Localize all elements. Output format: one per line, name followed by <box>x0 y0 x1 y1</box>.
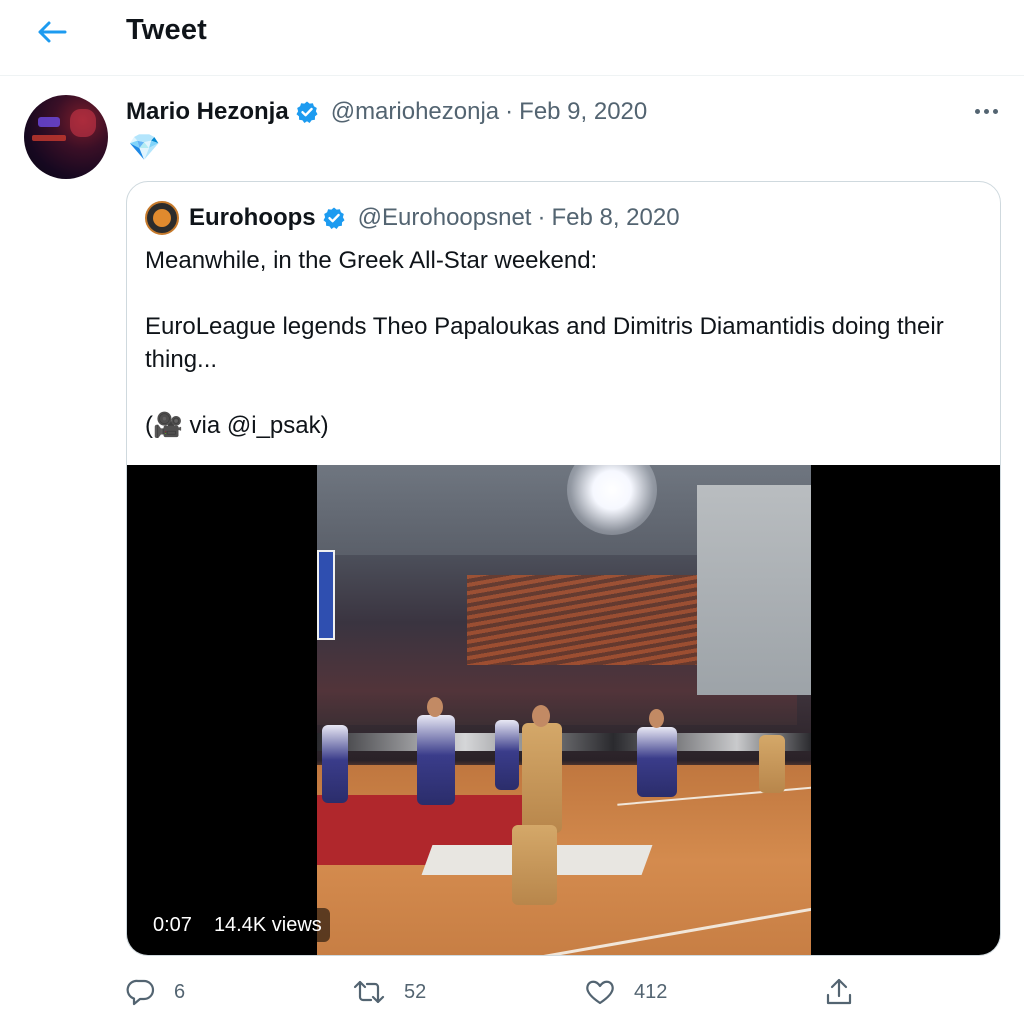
avatar[interactable] <box>24 95 108 179</box>
video-frame <box>317 465 811 955</box>
page-title: Tweet <box>126 14 208 46</box>
share-button[interactable] <box>824 975 872 1009</box>
retweet-count: 52 <box>404 980 427 1003</box>
quoted-line: Meanwhile, in the Greek All-Star weekend… <box>145 247 598 274</box>
more-options-button[interactable] <box>966 96 1006 126</box>
retweet-icon <box>353 980 385 1004</box>
tweet-text: 💎 <box>126 130 186 162</box>
more-dot-icon <box>983 108 989 114</box>
quoted-line: EuroLeague legends Theo Papaloukas and D… <box>145 313 944 373</box>
gem-emoji: 💎 <box>128 132 161 162</box>
retweet-button[interactable]: 52 <box>352 975 426 1009</box>
video-time: 0:07 <box>153 914 192 936</box>
quoted-author-name: Eurohoops <box>189 204 316 231</box>
reply-button[interactable]: 6 <box>126 975 185 1009</box>
separator-dot: · <box>537 204 546 231</box>
heart-icon <box>586 980 614 1005</box>
quoted-author-line: Eurohoops @Eurohoopsnet · Feb 8, 2020 <box>145 200 680 236</box>
reply-icon <box>126 979 155 1006</box>
back-button[interactable] <box>30 12 74 52</box>
video-overlay: 0:07 14.4K views <box>145 908 330 942</box>
quoted-author-handle: @Eurohoopsnet <box>357 204 532 231</box>
more-dot-icon <box>974 108 980 114</box>
like-count: 412 <box>634 980 668 1003</box>
quoted-tweet-text: Meanwhile, in the Greek All-Star weekend… <box>145 244 975 442</box>
quoted-tweet-card[interactable]: Eurohoops @Eurohoopsnet · Feb 8, 2020 Me… <box>126 181 1001 956</box>
quoted-avatar <box>145 201 179 235</box>
header-bar: Tweet <box>0 0 1024 76</box>
separator-dot: · <box>505 98 514 125</box>
like-button[interactable]: 412 <box>584 975 667 1009</box>
quoted-line: (🎥 via @i_psak) <box>145 412 329 439</box>
share-icon <box>826 978 852 1005</box>
arrow-left-icon <box>38 21 67 43</box>
tweet-author-line: Mario Hezonja @mariohezonja · Feb 9, 202… <box>126 97 647 127</box>
verified-badge-icon <box>322 206 346 230</box>
tweet-date[interactable]: Feb 9, 2020 <box>519 98 647 126</box>
quoted-date: Feb 8, 2020 <box>551 204 680 231</box>
verified-badge-icon <box>295 100 319 124</box>
tweet-actions-bar: 6 52 412 <box>126 975 866 1009</box>
more-dot-icon <box>992 108 998 114</box>
author-handle[interactable]: @mariohezonja <box>331 98 499 126</box>
video-views: 14.4K views <box>213 914 322 936</box>
reply-count: 6 <box>174 980 186 1003</box>
video-player[interactable]: 0:07 14.4K views <box>127 465 1000 955</box>
author-name[interactable]: Mario Hezonja <box>126 98 289 126</box>
